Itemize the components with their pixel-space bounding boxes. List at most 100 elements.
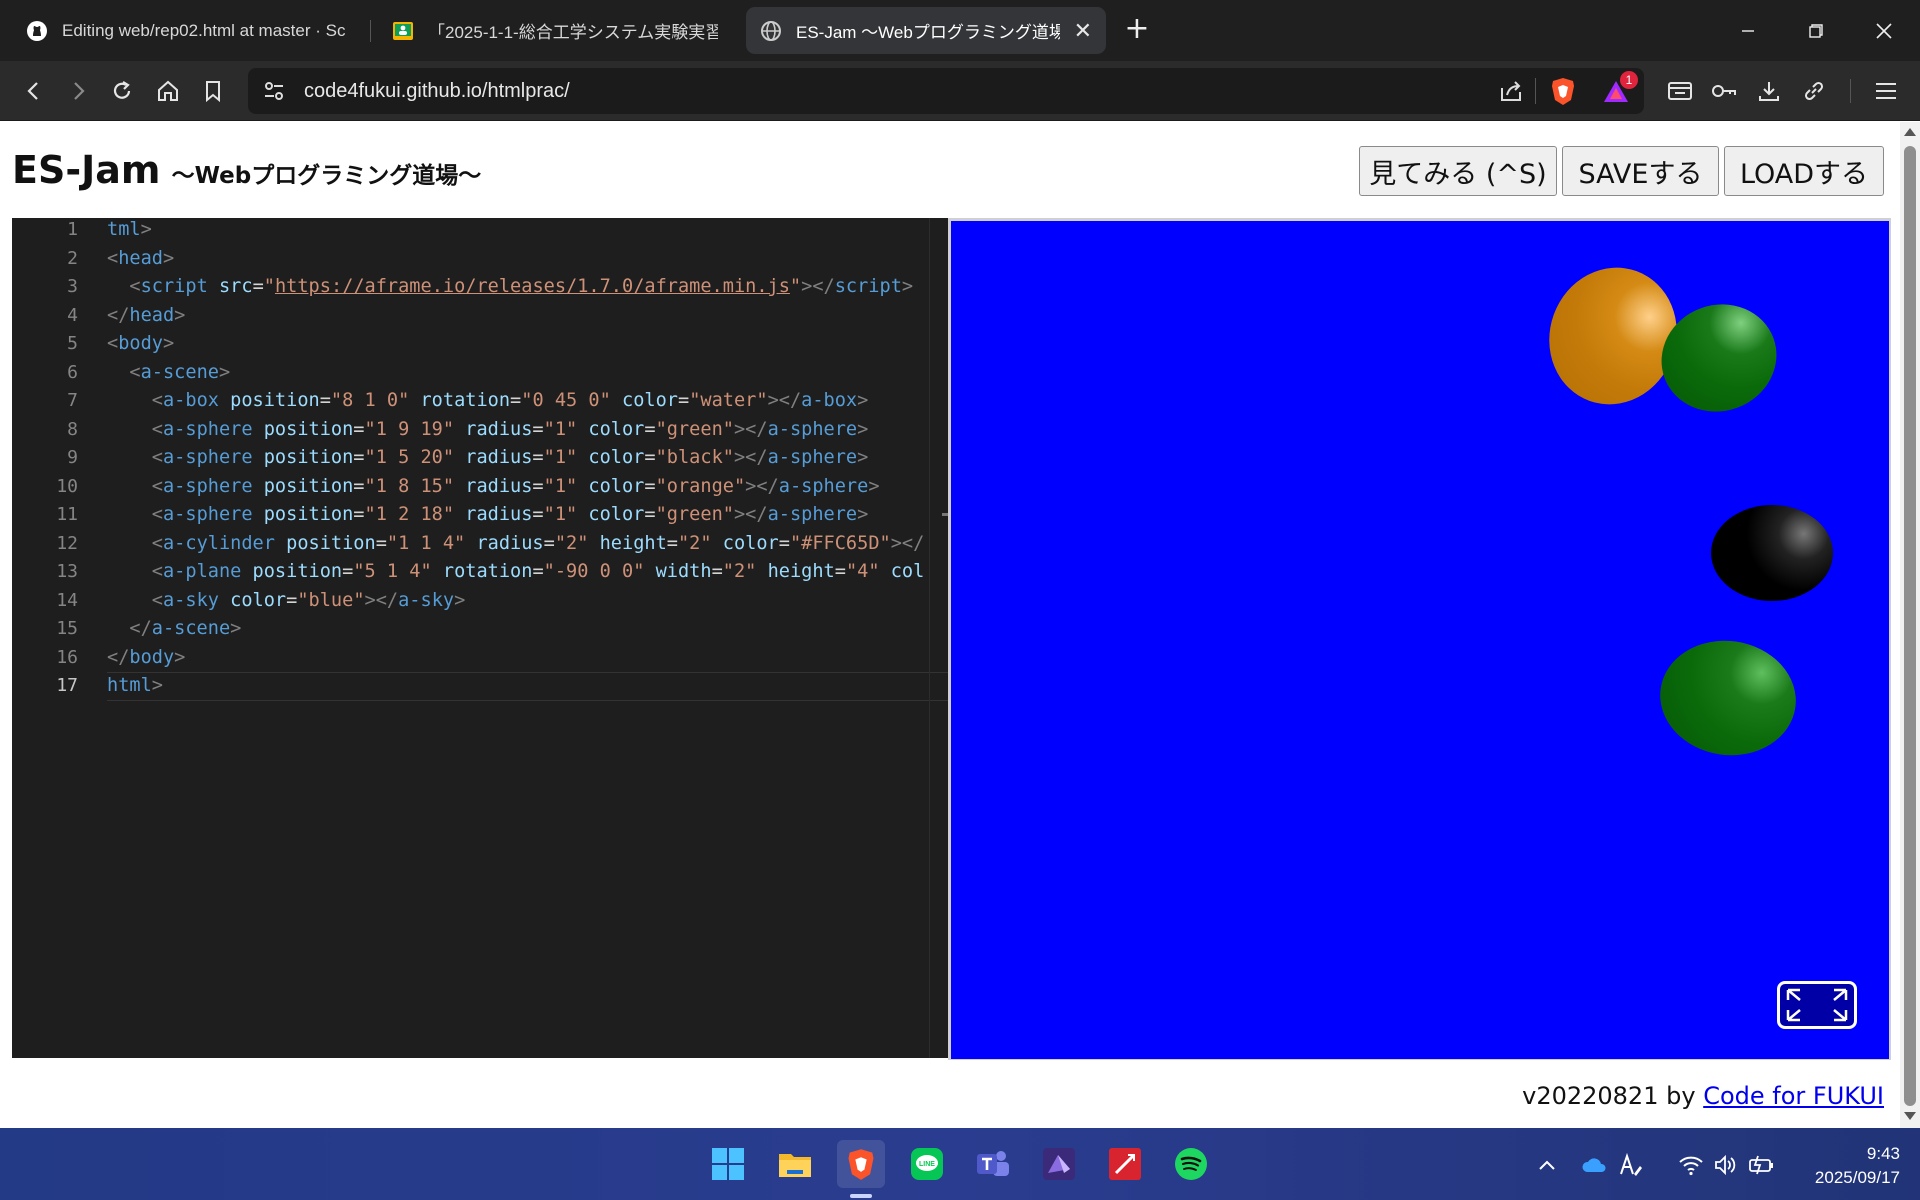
fullscreen-button[interactable] bbox=[1777, 981, 1857, 1029]
code-line[interactable]: <a-sphere position="1 8 15" radius="1" c… bbox=[107, 473, 880, 501]
code-token-eq: = bbox=[711, 561, 723, 582]
code-line[interactable]: </a-scene> bbox=[107, 615, 241, 643]
close-tab-icon[interactable]: ✕ bbox=[1074, 18, 1092, 44]
code-token-br: < bbox=[151, 475, 163, 497]
code-token-tag: script bbox=[140, 276, 219, 297]
code-token-str: "1" bbox=[543, 447, 589, 468]
site-settings-icon[interactable] bbox=[262, 79, 286, 107]
hamburger-menu-icon bbox=[1876, 83, 1896, 99]
onedrive-icon[interactable] bbox=[1579, 1150, 1609, 1180]
code-line[interactable]: html> bbox=[107, 672, 163, 700]
chevron-up-icon[interactable] bbox=[1532, 1150, 1562, 1180]
code-token-eq: = bbox=[532, 447, 544, 468]
code-line[interactable]: <a-cylinder position="1 1 4" radius="2" … bbox=[107, 530, 925, 558]
code-token-sp bbox=[107, 590, 152, 611]
close-window-button[interactable] bbox=[1850, 0, 1918, 61]
restore-button[interactable] bbox=[1782, 0, 1850, 61]
preview-button[interactable]: 見てみる (^S) bbox=[1359, 146, 1557, 196]
line-number: 13 bbox=[56, 561, 78, 582]
code-line[interactable]: <a-scene> bbox=[107, 359, 230, 387]
code-line[interactable]: </head> bbox=[107, 302, 185, 330]
save-button[interactable]: SAVEする bbox=[1562, 146, 1719, 196]
code-line[interactable]: <a-plane position="5 1 4" rotation="-90 … bbox=[107, 558, 925, 586]
code-line[interactable]: <script src="https://aframe.io/releases/… bbox=[107, 273, 913, 301]
code-token-str: "0 45 0" bbox=[521, 390, 622, 411]
wifi-icon[interactable] bbox=[1676, 1150, 1706, 1180]
code-line[interactable]: <a-sphere position="1 9 19" radius="1" c… bbox=[107, 416, 869, 444]
aframe-scene[interactable] bbox=[951, 221, 1889, 1059]
code-line[interactable]: <a-box position="8 1 0" rotation="0 45 0… bbox=[107, 387, 869, 415]
windows-start-icon[interactable] bbox=[704, 1140, 752, 1188]
new-tab-button[interactable]: + bbox=[1120, 14, 1154, 48]
code-token-eq: = bbox=[543, 532, 555, 554]
share-icon[interactable] bbox=[1498, 78, 1524, 108]
line-number: 1 bbox=[67, 219, 78, 240]
bookmark-button[interactable] bbox=[195, 73, 231, 109]
code-token-eq: = bbox=[644, 475, 656, 497]
code-token-attr: position bbox=[286, 532, 376, 554]
code-token-tag: a-sphere bbox=[767, 504, 858, 525]
system-clock[interactable]: 9:43 2025/09/17 bbox=[1790, 1142, 1900, 1190]
code-token-attr: color bbox=[588, 475, 645, 497]
forward-button[interactable] bbox=[60, 73, 96, 109]
code-token-str: "4" bbox=[845, 561, 891, 582]
reload-button[interactable] bbox=[104, 73, 140, 109]
code-line[interactable]: tml> bbox=[107, 218, 152, 244]
code-token-tag: tml bbox=[107, 219, 141, 240]
code-token-sp bbox=[107, 476, 152, 497]
code-token-str: "1 8 15" bbox=[364, 475, 466, 497]
back-arrow-icon bbox=[27, 82, 38, 100]
spotify-icon[interactable] bbox=[1167, 1140, 1215, 1188]
current-line-highlight bbox=[107, 672, 948, 701]
address-bar[interactable]: code4fukui.github.io/htmlprac/ bbox=[248, 68, 1644, 114]
code-token-tag: script bbox=[834, 276, 902, 297]
home-button[interactable] bbox=[150, 73, 186, 109]
code-editor[interactable]: 1 2 3 4 5 6 7 8 9 10 11 12 13 14 15 16 17 tml> <head> <sc… bbox=[12, 218, 948, 1058]
code-line[interactable]: <a-sphere position="1 5 20" radius="1" c… bbox=[107, 444, 869, 472]
tab-github[interactable]: Editing web/rep02.html at master · Sc bbox=[12, 7, 362, 54]
code-token-tag: a-box bbox=[801, 390, 858, 411]
code-token-br: > bbox=[901, 276, 914, 297]
scroll-up-arrow-icon[interactable] bbox=[1904, 128, 1916, 136]
code-line[interactable]: <body> bbox=[107, 330, 174, 358]
pdf-app-icon[interactable] bbox=[1101, 1140, 1149, 1188]
brave-icon[interactable] bbox=[837, 1140, 885, 1188]
scroll-down-arrow-icon[interactable] bbox=[1904, 1112, 1916, 1120]
code-token-attr: position bbox=[230, 390, 320, 411]
code-token-attr: rotation bbox=[442, 561, 533, 582]
file-explorer-icon[interactable] bbox=[771, 1140, 819, 1188]
minimize-button[interactable] bbox=[1714, 0, 1782, 61]
preview-frame[interactable] bbox=[948, 218, 1891, 1060]
teams-icon[interactable] bbox=[969, 1140, 1017, 1188]
vs-app-icon[interactable] bbox=[1035, 1140, 1083, 1188]
brave-rewards-button[interactable]: 1 bbox=[1598, 71, 1638, 109]
code-line[interactable]: <a-sky color="blue"></a-sky> bbox=[107, 587, 466, 615]
page-scrollbar[interactable] bbox=[1900, 122, 1920, 1128]
line-number: 14 bbox=[56, 589, 78, 611]
code-token-url[interactable]: https://aframe.io/releases/1.7.0/aframe.… bbox=[275, 276, 790, 297]
line-icon[interactable]: LINE bbox=[903, 1140, 951, 1188]
code-token-eq: = bbox=[644, 504, 656, 525]
volume-icon[interactable] bbox=[1711, 1150, 1741, 1180]
line-number: 7 bbox=[67, 390, 78, 411]
code-line[interactable]: <head> bbox=[107, 245, 174, 273]
editor-scrollbar[interactable] bbox=[929, 218, 948, 1058]
copy-link-button[interactable] bbox=[1796, 73, 1832, 109]
pen-input-icon[interactable] bbox=[1616, 1150, 1646, 1180]
wallet-button[interactable] bbox=[1662, 73, 1698, 109]
code-for-fukui-link[interactable]: Code for FUKUI bbox=[1703, 1082, 1884, 1110]
code-line[interactable]: </body> bbox=[107, 644, 185, 672]
globe-icon bbox=[760, 20, 782, 42]
load-button[interactable]: LOADする bbox=[1724, 146, 1884, 196]
scrollbar-thumb[interactable] bbox=[1904, 146, 1916, 1106]
tab-es-jam[interactable]: ES-Jam 〜Webプログラミング道場〜 ✕ bbox=[746, 7, 1106, 54]
back-button[interactable] bbox=[16, 73, 52, 109]
brave-shields-button[interactable] bbox=[1545, 73, 1581, 109]
battery-icon[interactable] bbox=[1747, 1150, 1777, 1180]
windows-taskbar: LINE 9:43 2025/09/17 bbox=[0, 1128, 1920, 1200]
tab-classroom[interactable]: 「2025-1-1-総合工学システム実験実習 bbox=[378, 7, 732, 54]
code-line[interactable]: <a-sphere position="1 2 18" radius="1" c… bbox=[107, 501, 869, 529]
menu-button[interactable] bbox=[1868, 73, 1904, 109]
downloads-button[interactable] bbox=[1751, 73, 1787, 109]
passwords-button[interactable] bbox=[1706, 73, 1742, 109]
